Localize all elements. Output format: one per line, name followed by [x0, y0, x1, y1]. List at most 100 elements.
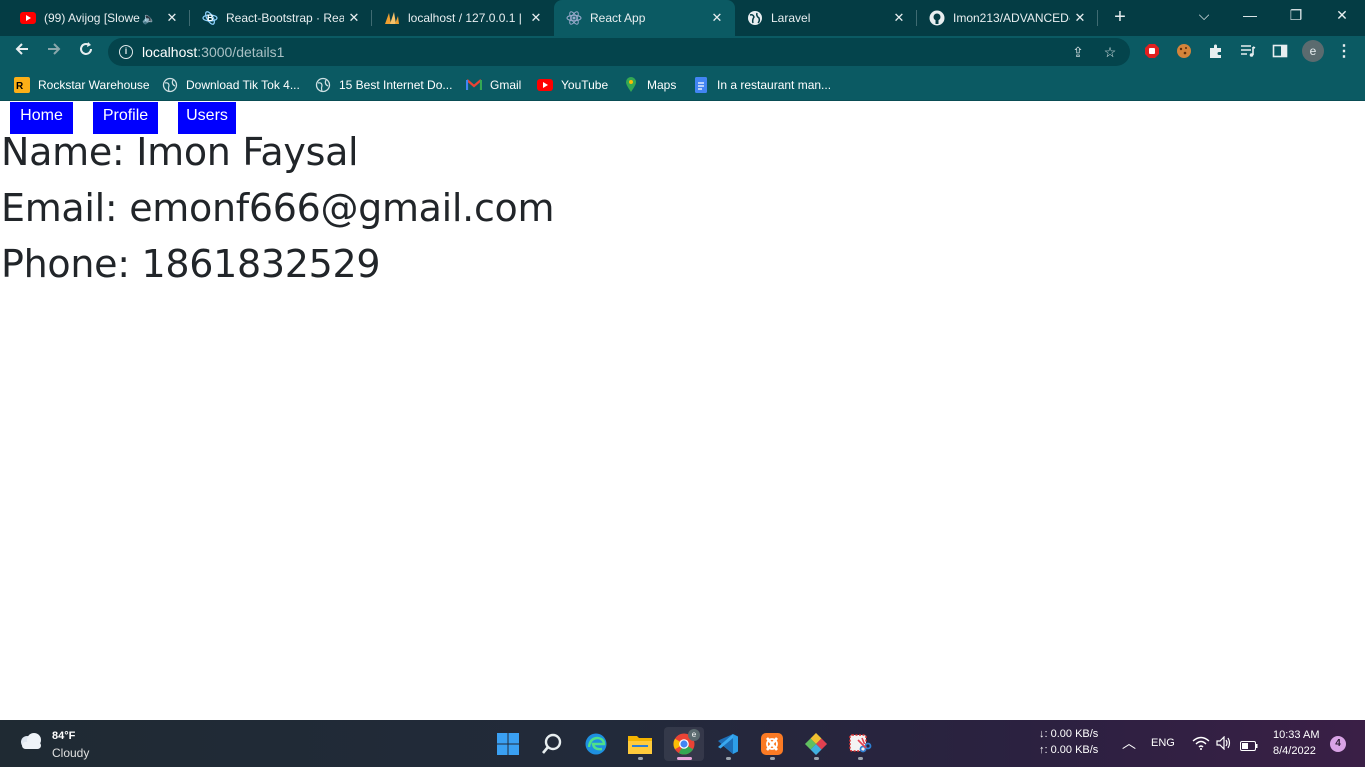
weather-condition[interactable]: Cloudy	[52, 746, 89, 760]
reload-icon	[80, 42, 92, 55]
edge-icon	[585, 733, 607, 755]
react-icon	[566, 10, 582, 26]
folder-icon	[628, 736, 652, 754]
bookmark-star-icon[interactable]: ☆	[1102, 44, 1118, 60]
taskbar-chrome[interactable]: e	[664, 727, 704, 761]
tab-title: React App	[590, 11, 646, 25]
bookmark-youtube[interactable]: YouTube	[537, 76, 608, 94]
close-window-button[interactable]: ✕	[1319, 0, 1365, 30]
media-control-icon[interactable]	[1238, 41, 1258, 61]
kebab-menu-icon[interactable]: ⋮	[1334, 41, 1354, 61]
bookmark-rockstar-warehouse[interactable]: R Rockstar Warehouse	[14, 76, 150, 94]
clock-date[interactable]: 8/4/2022	[1273, 745, 1316, 757]
taskbar-edge[interactable]	[576, 727, 616, 761]
volume-icon[interactable]	[1216, 735, 1232, 755]
network-download-speed: ↓: 0.00 KB/s	[1039, 728, 1099, 740]
git-diamond-icon	[805, 733, 827, 755]
tab-title: React-Bootstrap · Reac	[226, 11, 344, 25]
tab-title: Imon213/ADVANCED-	[953, 11, 1070, 25]
github-icon	[929, 10, 945, 26]
running-indicator	[814, 757, 819, 760]
close-icon[interactable]: ✕	[526, 10, 546, 26]
browser-tab-strip: (99) Avijog [Slowe 🔈 ✕ B React-Bootstrap…	[0, 0, 1365, 36]
battery-icon[interactable]	[1240, 738, 1258, 756]
close-icon[interactable]: ✕	[707, 10, 727, 26]
bookmark-maps[interactable]: Maps	[623, 76, 676, 94]
cloudy-weather-icon[interactable]	[18, 732, 44, 755]
browser-toolbar: i localhost:3000/details1 ⇪ ☆ e ⋮	[0, 36, 1365, 68]
forward-button[interactable]	[42, 40, 66, 64]
bookmark-15-best-internet[interactable]: 15 Best Internet Do...	[315, 76, 452, 94]
gmail-icon	[466, 77, 482, 93]
taskbar-xampp[interactable]	[752, 727, 792, 761]
language-indicator[interactable]: ENG	[1151, 737, 1175, 749]
bookmark-gmail[interactable]: Gmail	[466, 76, 521, 94]
wifi-icon[interactable]	[1192, 736, 1210, 755]
bookmark-label: 15 Best Internet Do...	[339, 78, 453, 92]
react-bootstrap-icon: B	[202, 10, 218, 26]
windows-taskbar: 84°F Cloudy e ↓: 0.00 KB/s ↑: 0.00 KB/s …	[0, 720, 1365, 767]
bookmark-label: Gmail	[490, 78, 522, 92]
restore-button[interactable]: ❐	[1273, 0, 1319, 30]
start-button[interactable]	[488, 727, 528, 761]
close-icon[interactable]: ✕	[1070, 10, 1090, 26]
profile-avatar[interactable]: e	[1302, 40, 1324, 62]
adblock-extension-icon[interactable]	[1142, 41, 1162, 61]
maps-icon	[623, 77, 639, 93]
profile-badge: e	[688, 729, 700, 741]
tab-react-bootstrap[interactable]: B React-Bootstrap · Reac ✕	[190, 0, 372, 36]
tab-title: localhost / 127.0.0.1 | p	[408, 11, 526, 25]
taskbar-snipping-tool[interactable]	[840, 727, 880, 761]
close-icon[interactable]: ✕	[889, 10, 909, 26]
search-icon	[542, 733, 562, 754]
show-hidden-icons-chevron-icon[interactable]: ︿	[1122, 733, 1136, 753]
tab-laravel[interactable]: Laravel ✕	[735, 0, 917, 36]
taskbar-file-explorer[interactable]	[620, 727, 660, 761]
tab-title: (99) Avijog [Slowe	[44, 11, 140, 25]
bookmarks-bar: R Rockstar Warehouse Download Tik Tok 4.…	[0, 68, 1365, 101]
reload-button[interactable]	[74, 40, 98, 64]
address-host: localhost	[142, 44, 198, 60]
notification-badge[interactable]: 4	[1330, 736, 1346, 752]
search-button[interactable]	[532, 727, 572, 761]
weather-temp[interactable]: 84°F	[52, 730, 75, 742]
forward-arrow-icon	[48, 43, 61, 55]
share-icon[interactable]: ⇪	[1070, 44, 1086, 60]
tab-divider	[1097, 10, 1098, 26]
page-viewport: Home Profile Users Name: Imon Faysal Ema…	[0, 102, 1365, 720]
speaker-icon[interactable]: 🔈	[142, 12, 156, 25]
globe-icon	[747, 10, 763, 26]
close-icon[interactable]: ✕	[162, 10, 182, 26]
cookie-extension-icon[interactable]	[1174, 41, 1194, 61]
tab-youtube[interactable]: (99) Avijog [Slowe 🔈 ✕	[8, 0, 190, 36]
tab-github[interactable]: Imon213/ADVANCED- ✕	[917, 0, 1098, 36]
bookmark-download-tiktok[interactable]: Download Tik Tok 4...	[162, 76, 300, 94]
bookmark-docs[interactable]: In a restaurant man...	[693, 76, 831, 94]
user-phone: Phone: 1861832529	[1, 242, 381, 286]
user-name: Name: Imon Faysal	[1, 130, 359, 174]
windows-logo-icon	[497, 733, 519, 755]
bookmark-label: Maps	[647, 78, 677, 92]
minimize-button[interactable]: —	[1227, 0, 1273, 30]
bookmark-label: Rockstar Warehouse	[38, 78, 150, 92]
address-bar[interactable]: i localhost:3000/details1 ⇪ ☆	[108, 38, 1130, 66]
site-info-icon[interactable]: i	[119, 45, 133, 59]
tab-react-app[interactable]: React App ✕	[554, 0, 735, 36]
snipping-tool-icon	[849, 734, 872, 753]
svg-text:B: B	[207, 13, 214, 23]
tab-search-chevron-icon[interactable]: ⌵	[1181, 0, 1227, 30]
taskbar-vscode[interactable]	[708, 727, 748, 761]
taskbar-git-tool[interactable]	[796, 727, 836, 761]
close-icon[interactable]: ✕	[344, 10, 364, 26]
address-path: :3000/details1	[197, 44, 285, 60]
back-button[interactable]	[10, 40, 34, 64]
rockstar-icon: R	[14, 77, 30, 93]
tab-phpmyadmin[interactable]: localhost / 127.0.0.1 | p ✕	[372, 0, 554, 36]
tab-title: Laravel	[771, 11, 811, 25]
bookmark-label: Download Tik Tok 4...	[186, 78, 300, 92]
clock-time[interactable]: 10:33 AM	[1273, 729, 1319, 741]
extensions-puzzle-icon[interactable]	[1206, 41, 1226, 61]
active-indicator	[677, 757, 692, 760]
new-tab-button[interactable]: +	[1108, 6, 1132, 30]
side-panel-icon[interactable]	[1270, 41, 1290, 61]
